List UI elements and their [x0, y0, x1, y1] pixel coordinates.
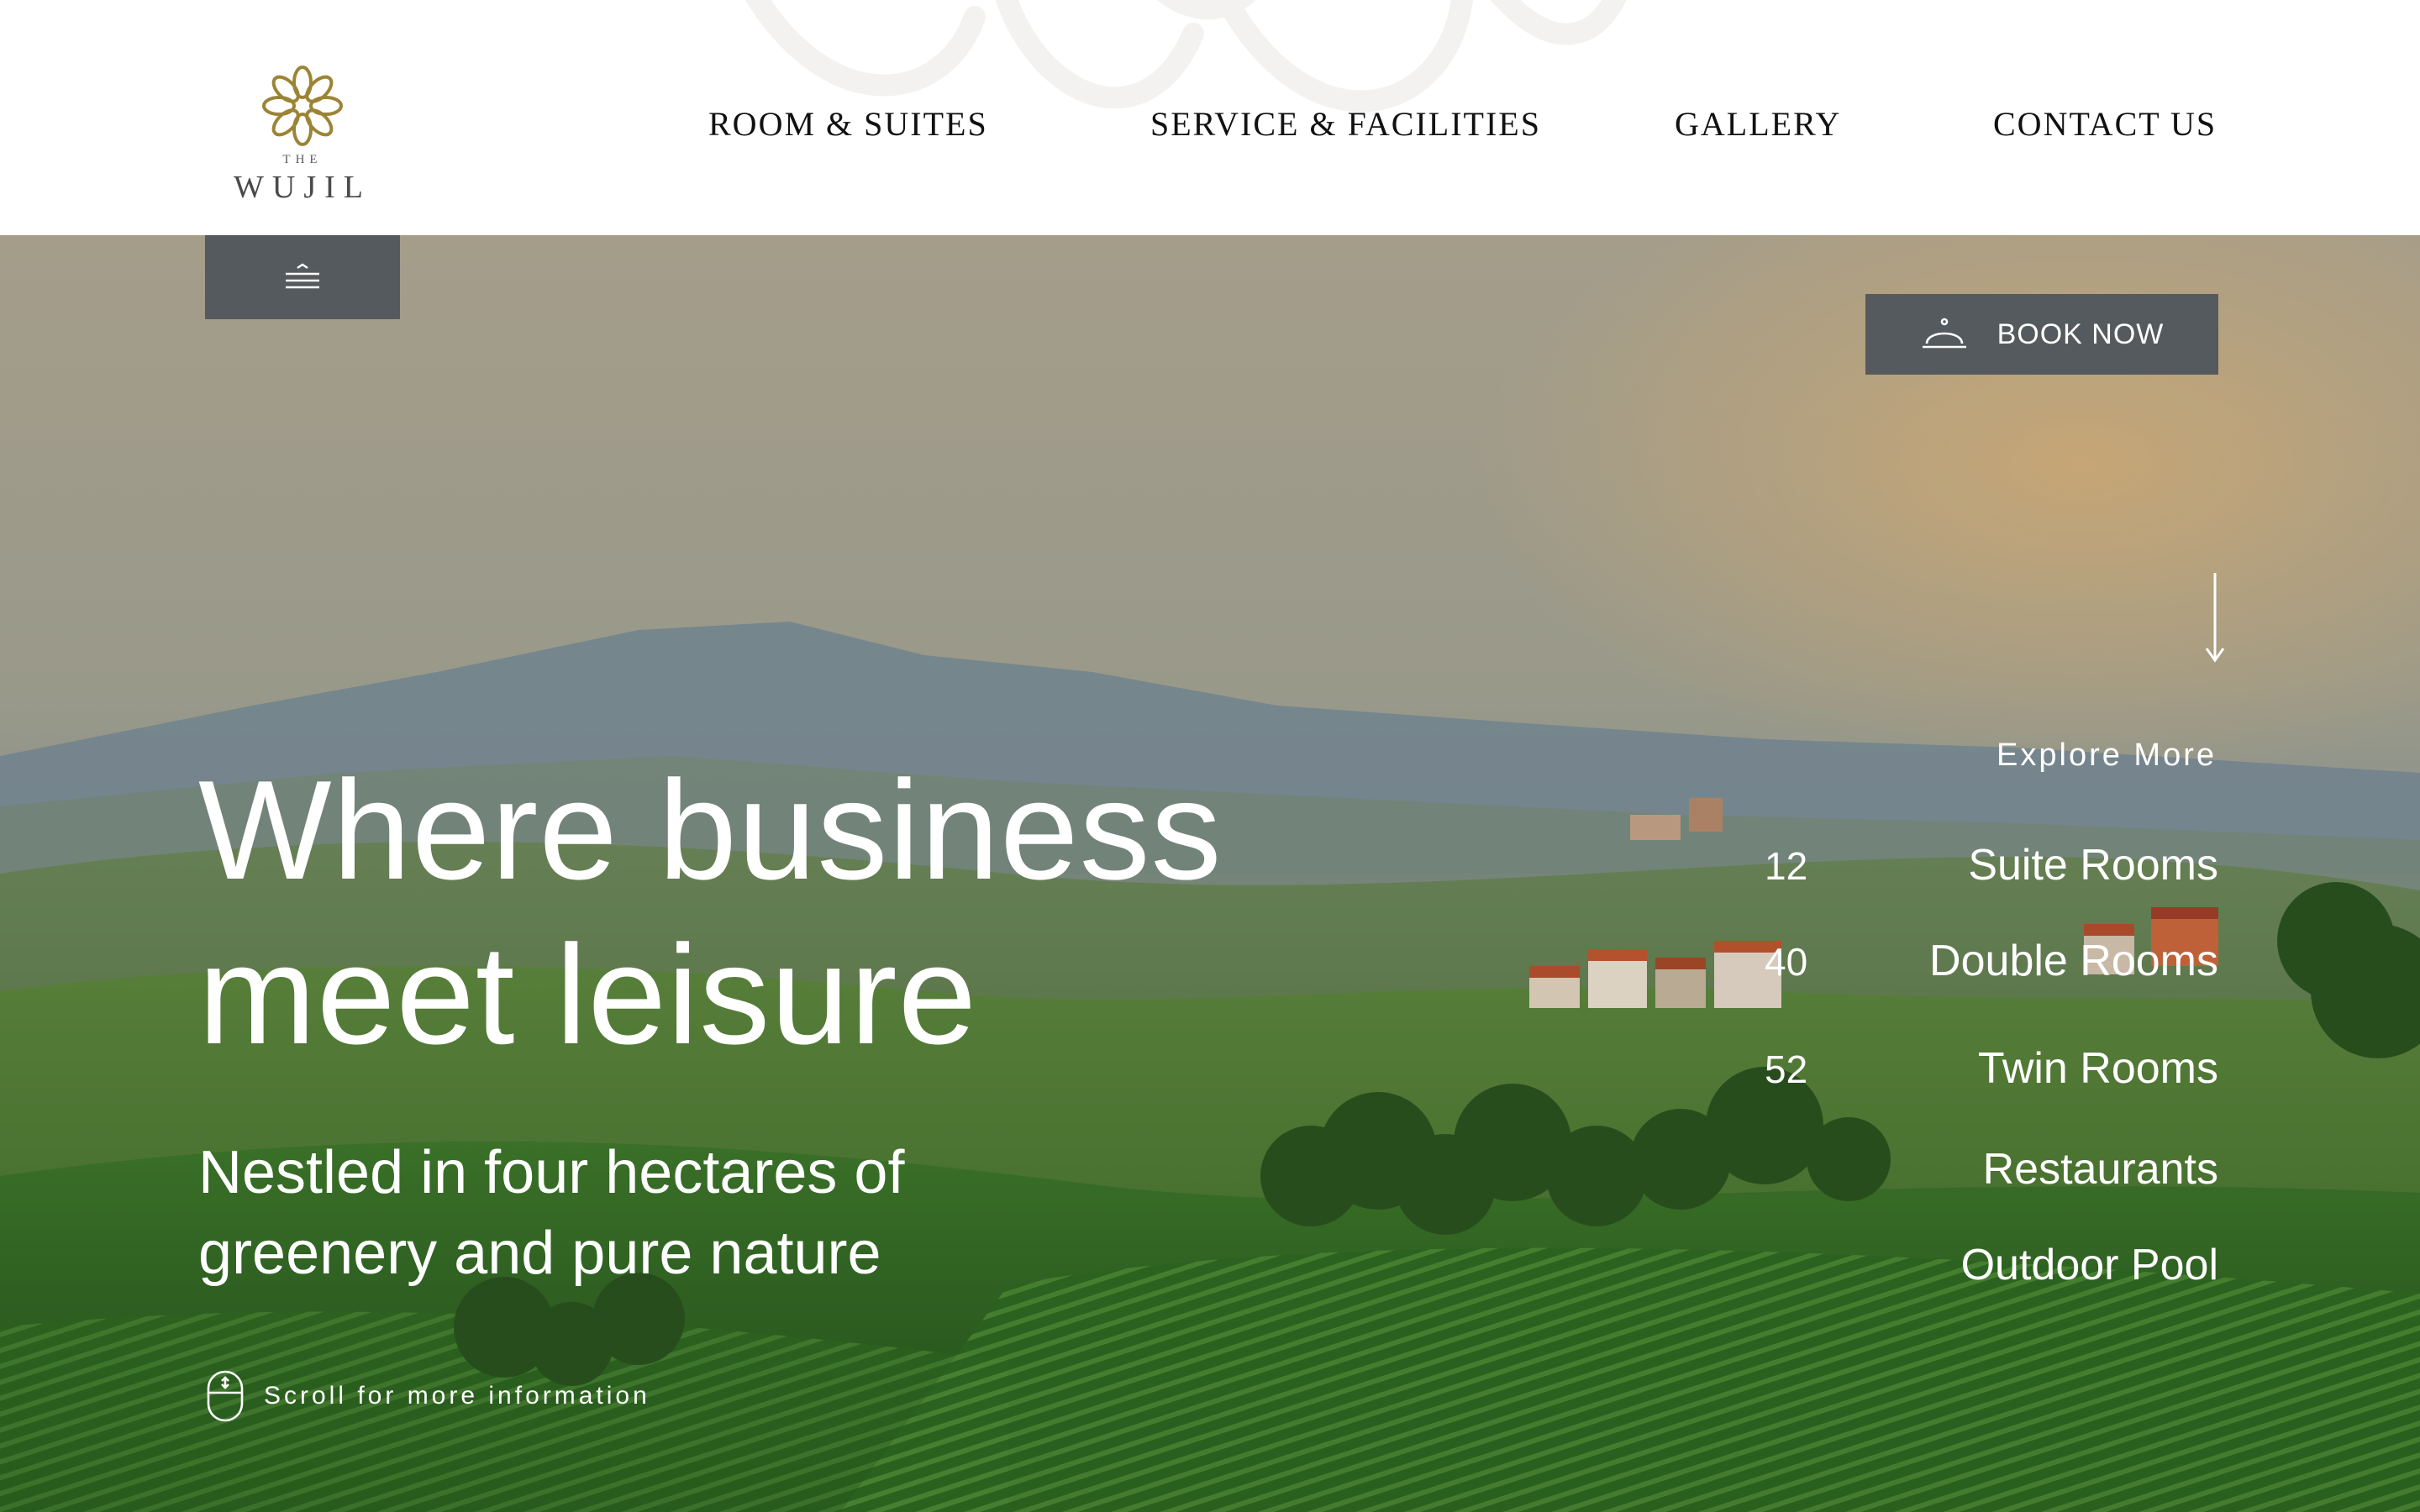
stat-label: Restaurants: [1982, 1145, 2218, 1194]
book-now-button[interactable]: BOOK NOW: [1865, 294, 2218, 375]
stat-twin-rooms[interactable]: 52 Twin Rooms: [1731, 1043, 2218, 1094]
hero-subline-line-1: Nestled in four hectares of: [198, 1139, 905, 1206]
mouse-scroll-icon: [207, 1370, 244, 1422]
nav-item-gallery[interactable]: GALLERY: [1675, 104, 1841, 144]
main-nav: ROOM & SUITES SERVICE & FACILITIES GALLE…: [0, 104, 2420, 144]
hero-headline-line-2: meet leisure: [198, 916, 978, 1074]
stat-label: Outdoor Pool: [1960, 1241, 2218, 1289]
stat-restaurants[interactable]: Restaurants: [1731, 1144, 2218, 1194]
hamburger-menu-icon: [286, 263, 319, 289]
stat-suite-rooms[interactable]: 12 Suite Rooms: [1731, 840, 2218, 890]
service-bell-icon: [1922, 318, 1966, 349]
nav-item-service-facilities[interactable]: SERVICE & FACILITIES: [1150, 104, 1541, 144]
nav-item-contact-us[interactable]: CONTACT US: [1993, 104, 2217, 144]
stat-number: 40: [1765, 940, 1808, 984]
header-ornament-decoration: [744, 0, 1627, 113]
scroll-hint-label: Scroll for more information: [264, 1382, 650, 1410]
logo-name: WUJIL: [234, 170, 371, 205]
logo-small-text: THE: [282, 153, 323, 166]
stat-number: 52: [1765, 1047, 1808, 1091]
explore-more-link[interactable]: Explore More: [1996, 738, 2217, 774]
hero-subline: Nestled in four hectares of greenery and…: [198, 1132, 1291, 1294]
menu-toggle-button[interactable]: [205, 235, 400, 319]
stat-double-rooms[interactable]: 40 Double Rooms: [1731, 936, 2218, 986]
nav-item-rooms-suites[interactable]: ROOM & SUITES: [708, 104, 988, 144]
stat-outdoor-pool[interactable]: Outdoor Pool: [1731, 1240, 2218, 1290]
site-header: THE WUJIL ROOM & SUITES SERVICE & FACILI…: [0, 0, 2420, 235]
stat-label: Double Rooms: [1929, 937, 2218, 985]
hero-subline-line-2: greenery and pure nature: [198, 1220, 881, 1287]
stat-label: Suite Rooms: [1968, 841, 2218, 890]
stat-label: Twin Rooms: [1977, 1044, 2218, 1093]
scroll-hint[interactable]: Scroll for more information: [205, 1369, 650, 1423]
book-now-label: BOOK NOW: [1996, 318, 2165, 350]
stat-number: 12: [1765, 844, 1808, 888]
arrow-down-icon[interactable]: [2200, 571, 2230, 664]
hero-headline-line-1: Where business: [198, 751, 1223, 909]
hero-headline: Where business meet leisure: [198, 748, 1291, 1077]
